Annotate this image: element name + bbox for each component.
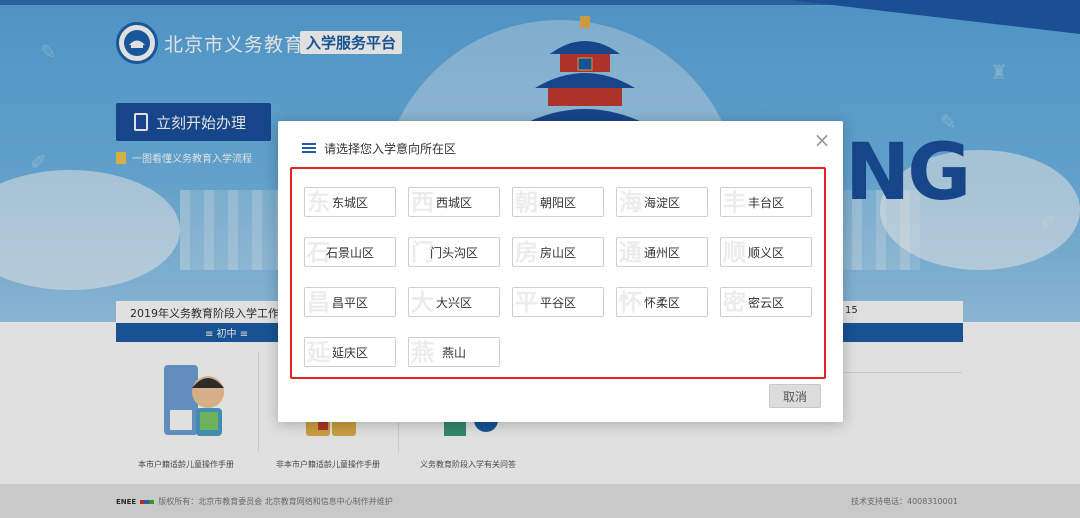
district-watermark: 房	[515, 240, 538, 266]
district-watermark: 东	[307, 190, 330, 216]
district-button[interactable]: 西西城区	[408, 187, 500, 217]
district-button[interactable]: 燕燕山	[408, 337, 500, 367]
district-label: 东城区	[331, 195, 368, 210]
district-button[interactable]: 通通州区	[616, 237, 708, 267]
district-label: 大兴区	[435, 295, 472, 310]
district-label: 西城区	[435, 195, 472, 210]
district-button[interactable]: 密密云区	[720, 287, 812, 317]
district-label: 昌平区	[331, 295, 368, 310]
district-label: 燕山	[441, 345, 466, 360]
district-label: 门头沟区	[429, 245, 478, 260]
district-watermark: 西	[411, 190, 434, 216]
district-label: 延庆区	[331, 345, 368, 360]
district-button[interactable]: 怀怀柔区	[616, 287, 708, 317]
district-button[interactable]: 石石景山区	[304, 237, 396, 267]
district-label: 海淀区	[643, 195, 680, 210]
district-watermark: 密	[723, 290, 746, 316]
district-watermark: 丰	[723, 190, 746, 216]
district-label: 房山区	[539, 245, 576, 260]
district-label: 平谷区	[539, 295, 576, 310]
dialog-header: 请选择您入学意向所在区	[302, 140, 456, 157]
district-label: 通州区	[643, 245, 680, 260]
district-watermark: 通	[619, 240, 642, 266]
district-label: 朝阳区	[539, 195, 576, 210]
district-button[interactable]: 东东城区	[304, 187, 396, 217]
district-button[interactable]: 海海淀区	[616, 187, 708, 217]
district-label: 丰台区	[747, 195, 784, 210]
district-button[interactable]: 顺顺义区	[720, 237, 812, 267]
list-icon	[302, 143, 316, 154]
district-button[interactable]: 延延庆区	[304, 337, 396, 367]
district-watermark: 燕	[411, 340, 434, 366]
district-button[interactable]: 昌昌平区	[304, 287, 396, 317]
district-watermark: 朝	[515, 190, 538, 216]
district-label: 石景山区	[325, 245, 374, 260]
district-label: 怀柔区	[643, 295, 680, 310]
district-grid: 东东城区西西城区朝朝阳区海海淀区丰丰台区石石景山区门门头沟区房房山区通通州区顺顺…	[304, 187, 812, 367]
district-label: 密云区	[747, 295, 784, 310]
district-watermark: 顺	[723, 240, 746, 266]
district-select-dialog: 请选择您入学意向所在区 × 东东城区西西城区朝朝阳区海海淀区丰丰台区石石景山区门…	[278, 121, 843, 422]
cancel-button[interactable]: 取消	[769, 384, 821, 408]
dialog-title: 请选择您入学意向所在区	[324, 142, 457, 156]
close-icon[interactable]: ×	[813, 130, 831, 150]
district-watermark: 怀	[619, 290, 642, 316]
district-label: 顺义区	[747, 245, 784, 260]
district-selection-area: 东东城区西西城区朝朝阳区海海淀区丰丰台区石石景山区门门头沟区房房山区通通州区顺顺…	[290, 167, 826, 379]
district-watermark: 延	[307, 340, 330, 366]
district-button[interactable]: 大大兴区	[408, 287, 500, 317]
district-button[interactable]: 朝朝阳区	[512, 187, 604, 217]
district-button[interactable]: 平平谷区	[512, 287, 604, 317]
district-watermark: 大	[411, 290, 434, 316]
district-watermark: 海	[619, 190, 642, 216]
district-watermark: 平	[515, 290, 538, 316]
district-button[interactable]: 门门头沟区	[408, 237, 500, 267]
district-watermark: 昌	[307, 290, 330, 316]
district-button[interactable]: 房房山区	[512, 237, 604, 267]
district-button[interactable]: 丰丰台区	[720, 187, 812, 217]
